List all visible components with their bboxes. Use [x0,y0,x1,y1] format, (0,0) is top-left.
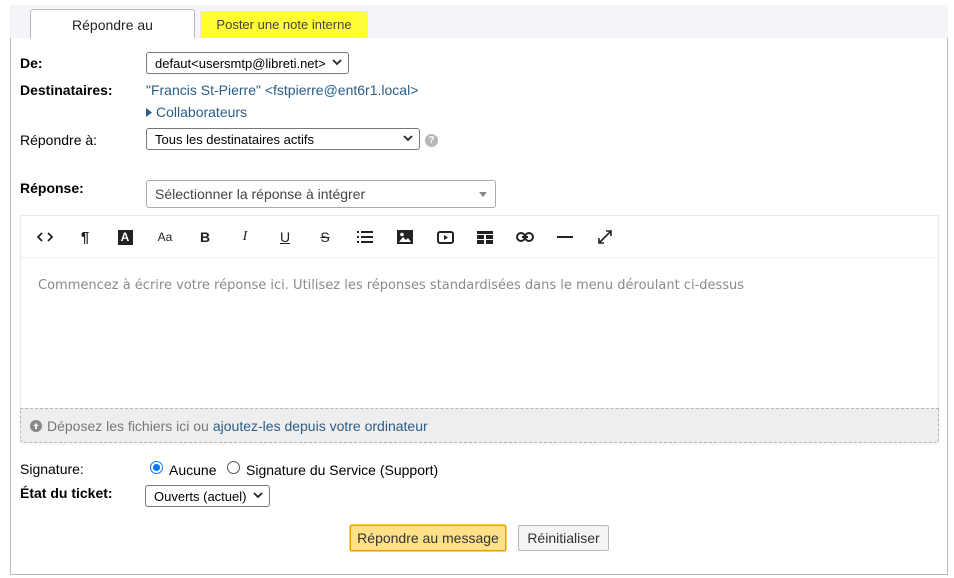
signature-label: Signature: [20,461,84,477]
bold-icon[interactable]: B [193,226,217,248]
tab-reply[interactable]: Répondre au message [30,9,195,63]
tab-bar: Répondre au message Poster une note inte… [10,5,948,63]
table-icon[interactable] [473,226,497,248]
dropzone-browse-link[interactable]: ajoutez-les depuis votre ordinateur [213,418,428,434]
reply-to-value: Tous les destinataires actifs [155,131,314,147]
reset-button[interactable]: Réinitialiser [518,525,609,551]
chevron-down-icon [403,133,413,145]
ticket-status-value: Ouverts (actuel) [154,488,247,504]
signature-service-label: Signature du Service (Support) [246,462,439,478]
signature-none-radio[interactable] [150,461,163,474]
link-icon[interactable] [513,226,537,248]
signature-service-radio[interactable] [227,461,240,474]
from-value: defaut<usersmtp@libreti.net> [155,55,326,71]
reply-to-select[interactable]: Tous les destinataires actifs [146,128,420,150]
list-icon[interactable] [353,226,377,248]
text-color-icon[interactable]: A [113,226,137,248]
upload-icon [30,419,42,432]
signature-none-label: Aucune [169,462,217,478]
collaborators-label: Collaborateurs [156,104,248,120]
canned-response-select[interactable]: Sélectionner la réponse à intégrer [146,180,496,208]
collaborators-toggle[interactable]: Collaborateurs [146,104,247,120]
help-icon[interactable]: ? [425,134,438,147]
chevron-down-icon [332,57,342,69]
tab-internal-note[interactable]: Poster une note interne [200,11,368,39]
submit-reply-button[interactable]: Répondre au message [350,525,506,551]
reply-to-label: Répondre à: [20,132,98,148]
horizontal-rule-icon[interactable] [553,226,577,248]
from-label: De: [20,55,43,71]
response-label: Réponse: [20,180,84,196]
image-icon[interactable] [393,226,417,248]
file-dropzone[interactable]: Déposez les fichiers ici ou ajoutez-les … [20,408,939,443]
editor-placeholder: Commencez à écrire votre réponse ici. Ut… [38,278,745,293]
editor-toolbar: ¶ A Aa B I U S [21,216,938,258]
chevron-down-icon [253,490,263,502]
code-view-icon[interactable] [33,226,57,248]
strikethrough-icon[interactable]: S [313,226,337,248]
recipients-value: "Francis St-Pierre" <fstpierre@ent6r1.lo… [146,82,419,98]
reply-panel: De: defaut<usersmtp@libreti.net> Destina… [10,38,948,575]
canned-response-placeholder: Sélectionner la réponse à intégrer [155,186,366,202]
dropzone-text: Déposez les fichiers ici ou [47,417,209,434]
caret-right-icon [146,107,152,117]
italic-icon[interactable]: I [233,226,257,248]
paragraph-icon[interactable]: ¶ [73,226,97,248]
recipients-label: Destinataires: [20,82,113,98]
video-icon[interactable] [433,226,457,248]
font-size-icon[interactable]: Aa [153,226,177,248]
underline-icon[interactable]: U [273,226,297,248]
ticket-status-label: État du ticket: [20,485,113,501]
from-select[interactable]: defaut<usersmtp@libreti.net> [146,52,349,74]
ticket-status-select[interactable]: Ouverts (actuel) [145,485,270,507]
dropdown-arrow-icon [479,192,487,197]
fullscreen-icon[interactable] [593,226,617,248]
